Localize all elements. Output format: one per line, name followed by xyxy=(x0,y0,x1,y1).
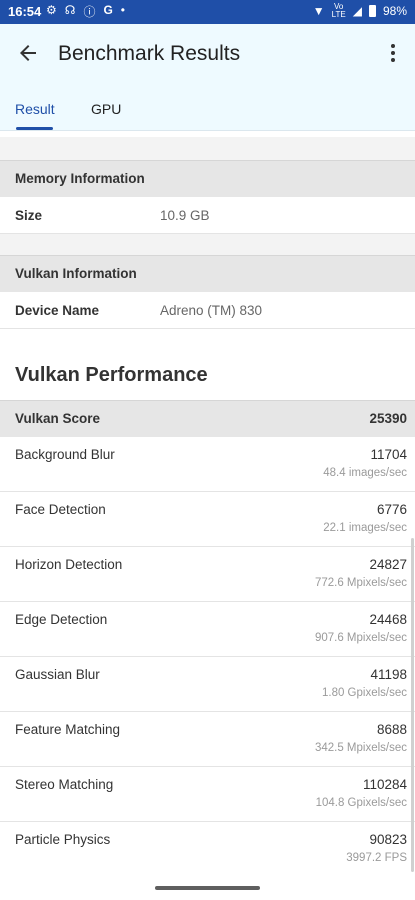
test-score: 8688 xyxy=(376,722,407,737)
battery-percent: 98% xyxy=(382,4,407,18)
vulkan-score-label: Vulkan Score xyxy=(15,411,101,426)
test-name: Particle Physics xyxy=(15,832,111,847)
test-score: 110284 xyxy=(362,777,407,792)
memory-size-value: 10.9 GB xyxy=(160,208,210,223)
battery-icon xyxy=(368,5,376,17)
section-gap xyxy=(0,137,415,160)
scrollbar[interactable] xyxy=(411,538,414,872)
tab-result[interactable]: Result xyxy=(15,101,55,117)
test-name: Horizon Detection xyxy=(15,557,123,572)
vulkan-score-row: Vulkan Score 25390 xyxy=(0,400,415,438)
test-name: Edge Detection xyxy=(15,612,108,627)
test-rate: 1.80 Gpixels/sec xyxy=(321,687,407,699)
test-name: Background Blur xyxy=(15,447,115,462)
section-gap xyxy=(0,234,415,255)
memory-size-label: Size xyxy=(15,208,43,223)
vulkan-score-value: 25390 xyxy=(369,411,407,426)
test-score: 90823 xyxy=(369,832,407,847)
performance-list: Background Blur 11704 48.4 images/sec Fa… xyxy=(0,437,415,877)
more-options-icon[interactable] xyxy=(381,41,405,65)
device-name-label: Device Name xyxy=(15,303,100,318)
device-name-value: Adreno (TM) 830 xyxy=(160,303,263,318)
list-item: Particle Physics 90823 3997.2 FPS xyxy=(0,822,415,877)
test-score: 24827 xyxy=(369,557,407,572)
navigation-bar xyxy=(0,876,415,900)
test-name: Stereo Matching xyxy=(15,777,114,792)
tab-gpu[interactable]: GPU xyxy=(91,101,121,117)
status-time: 16:54 xyxy=(8,4,42,19)
test-rate: 48.4 images/sec xyxy=(323,467,407,479)
test-rate: 907.6 Mpixels/sec xyxy=(314,632,407,644)
dot-icon: • xyxy=(120,3,125,17)
list-item: Feature Matching 8688 342.5 Mpixels/sec xyxy=(0,712,415,767)
info-icon: ⓘ xyxy=(83,5,96,19)
device-name-row: Device Name Adreno (TM) 830 xyxy=(0,292,415,329)
test-score: 41198 xyxy=(370,667,407,682)
list-item: Edge Detection 24468 907.6 Mpixels/sec xyxy=(0,602,415,657)
memory-size-row: Size 10.9 GB xyxy=(0,197,415,234)
performance-section-title: Vulkan Performance xyxy=(15,364,208,386)
network-icon: ☊ xyxy=(64,3,76,17)
test-rate: 342.5 Mpixels/sec xyxy=(314,742,407,754)
list-item: Background Blur 11704 48.4 images/sec xyxy=(0,437,415,492)
memory-section-header: Memory Information xyxy=(0,160,415,198)
gear-icon: ⚙ xyxy=(46,3,57,17)
list-item: Gaussian Blur 41198 1.80 Gpixels/sec xyxy=(0,657,415,712)
test-rate: 772.6 Mpixels/sec xyxy=(314,577,407,589)
wifi-icon: ▼ xyxy=(312,4,325,18)
status-bar: 16:54 ⚙ ☊ ⓘ G • ▼ Vo LTE ◢ 98% xyxy=(0,0,415,24)
test-rate: 22.1 images/sec xyxy=(323,522,407,534)
app-bar: Benchmark Results Result GPU xyxy=(0,24,415,130)
vulkan-info-section-header: Vulkan Information xyxy=(0,255,415,293)
test-score: 11704 xyxy=(370,447,407,462)
tab-bar: Result GPU xyxy=(0,94,415,130)
app-bar-divider xyxy=(0,130,415,131)
list-item: Horizon Detection 24827 772.6 Mpixels/se… xyxy=(0,547,415,602)
list-item: Stereo Matching 110284 104.8 Gpixels/sec xyxy=(0,767,415,822)
test-name: Face Detection xyxy=(15,502,106,517)
test-rate: 3997.2 FPS xyxy=(346,852,407,864)
volte-icon: Vo LTE xyxy=(331,2,346,19)
back-arrow-icon[interactable] xyxy=(16,41,40,65)
google-icon: G xyxy=(103,3,113,17)
test-name: Feature Matching xyxy=(15,722,121,737)
signal-icon: ◢ xyxy=(352,4,362,18)
vulkan-info-section-title: Vulkan Information xyxy=(15,266,137,281)
list-item: Face Detection 6776 22.1 images/sec xyxy=(0,492,415,547)
test-score: 6776 xyxy=(376,502,407,517)
system-icons: ▼ Vo LTE ◢ 98% xyxy=(313,3,407,19)
notification-icons: ⚙ ☊ ⓘ G • xyxy=(46,3,125,20)
page-title: Benchmark Results xyxy=(58,42,241,65)
test-score: 24468 xyxy=(369,612,407,627)
test-rate: 104.8 Gpixels/sec xyxy=(315,797,407,809)
memory-section-title: Memory Information xyxy=(15,171,145,186)
test-name: Gaussian Blur xyxy=(15,667,100,682)
gesture-handle[interactable] xyxy=(155,886,260,890)
